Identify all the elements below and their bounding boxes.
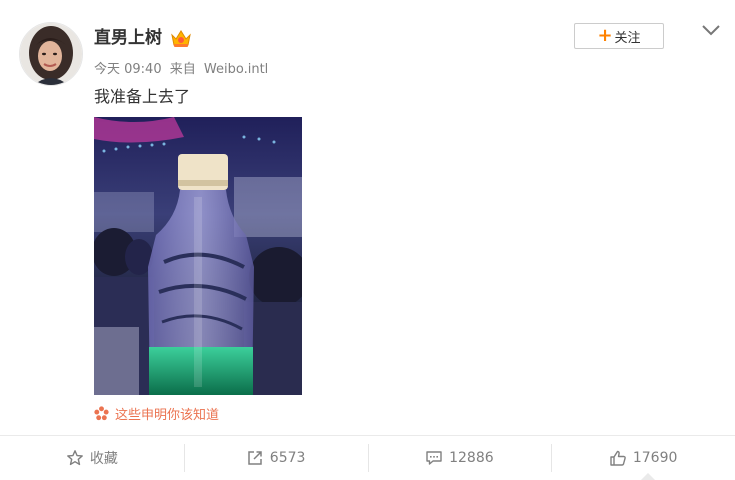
follow-label: 关注 <box>614 30 641 46</box>
statement-notice[interactable]: 这些申明你该知道 <box>94 404 219 423</box>
active-tab-caret <box>641 473 655 480</box>
source-prefix: 来自 <box>169 62 196 77</box>
repost-button[interactable]: 6573 <box>183 436 368 480</box>
favorite-button[interactable]: 收藏 <box>0 436 184 480</box>
action-bar: 收藏 6573 12886 17690 <box>0 436 735 480</box>
post-source[interactable]: Weibo.intl <box>204 62 268 77</box>
post-meta: 今天 09:40 来自 Weibo.intl <box>94 61 272 79</box>
like-count: 17690 <box>632 450 678 466</box>
plus-icon: + <box>597 25 613 46</box>
chevron-down-icon[interactable] <box>700 22 722 38</box>
comment-count: 12886 <box>449 450 494 466</box>
username[interactable]: 直男上树 <box>94 27 162 49</box>
avatar[interactable] <box>19 22 83 86</box>
comment-button[interactable]: 12886 <box>367 436 552 480</box>
vip-crown-icon[interactable] <box>170 28 192 48</box>
notice-label: 这些申明你该知道 <box>115 408 220 423</box>
notice-flower-icon <box>94 406 109 421</box>
repost-icon <box>248 451 262 465</box>
follow-button[interactable]: + 关注 <box>574 23 664 49</box>
post-time[interactable]: 今天 09:40 <box>94 62 162 77</box>
weibo-post-card: 直男上树 今天 09:40 来自 Weibo.intl 我准备上去了 + 关注 <box>0 0 735 480</box>
star-icon <box>66 450 83 466</box>
post-text: 我准备上去了 <box>94 87 191 106</box>
repost-count: 6573 <box>269 450 306 466</box>
favorite-label: 收藏 <box>89 451 118 467</box>
comment-icon <box>426 451 442 465</box>
post-image[interactable] <box>94 117 302 395</box>
thumbs-up-icon <box>610 450 626 466</box>
